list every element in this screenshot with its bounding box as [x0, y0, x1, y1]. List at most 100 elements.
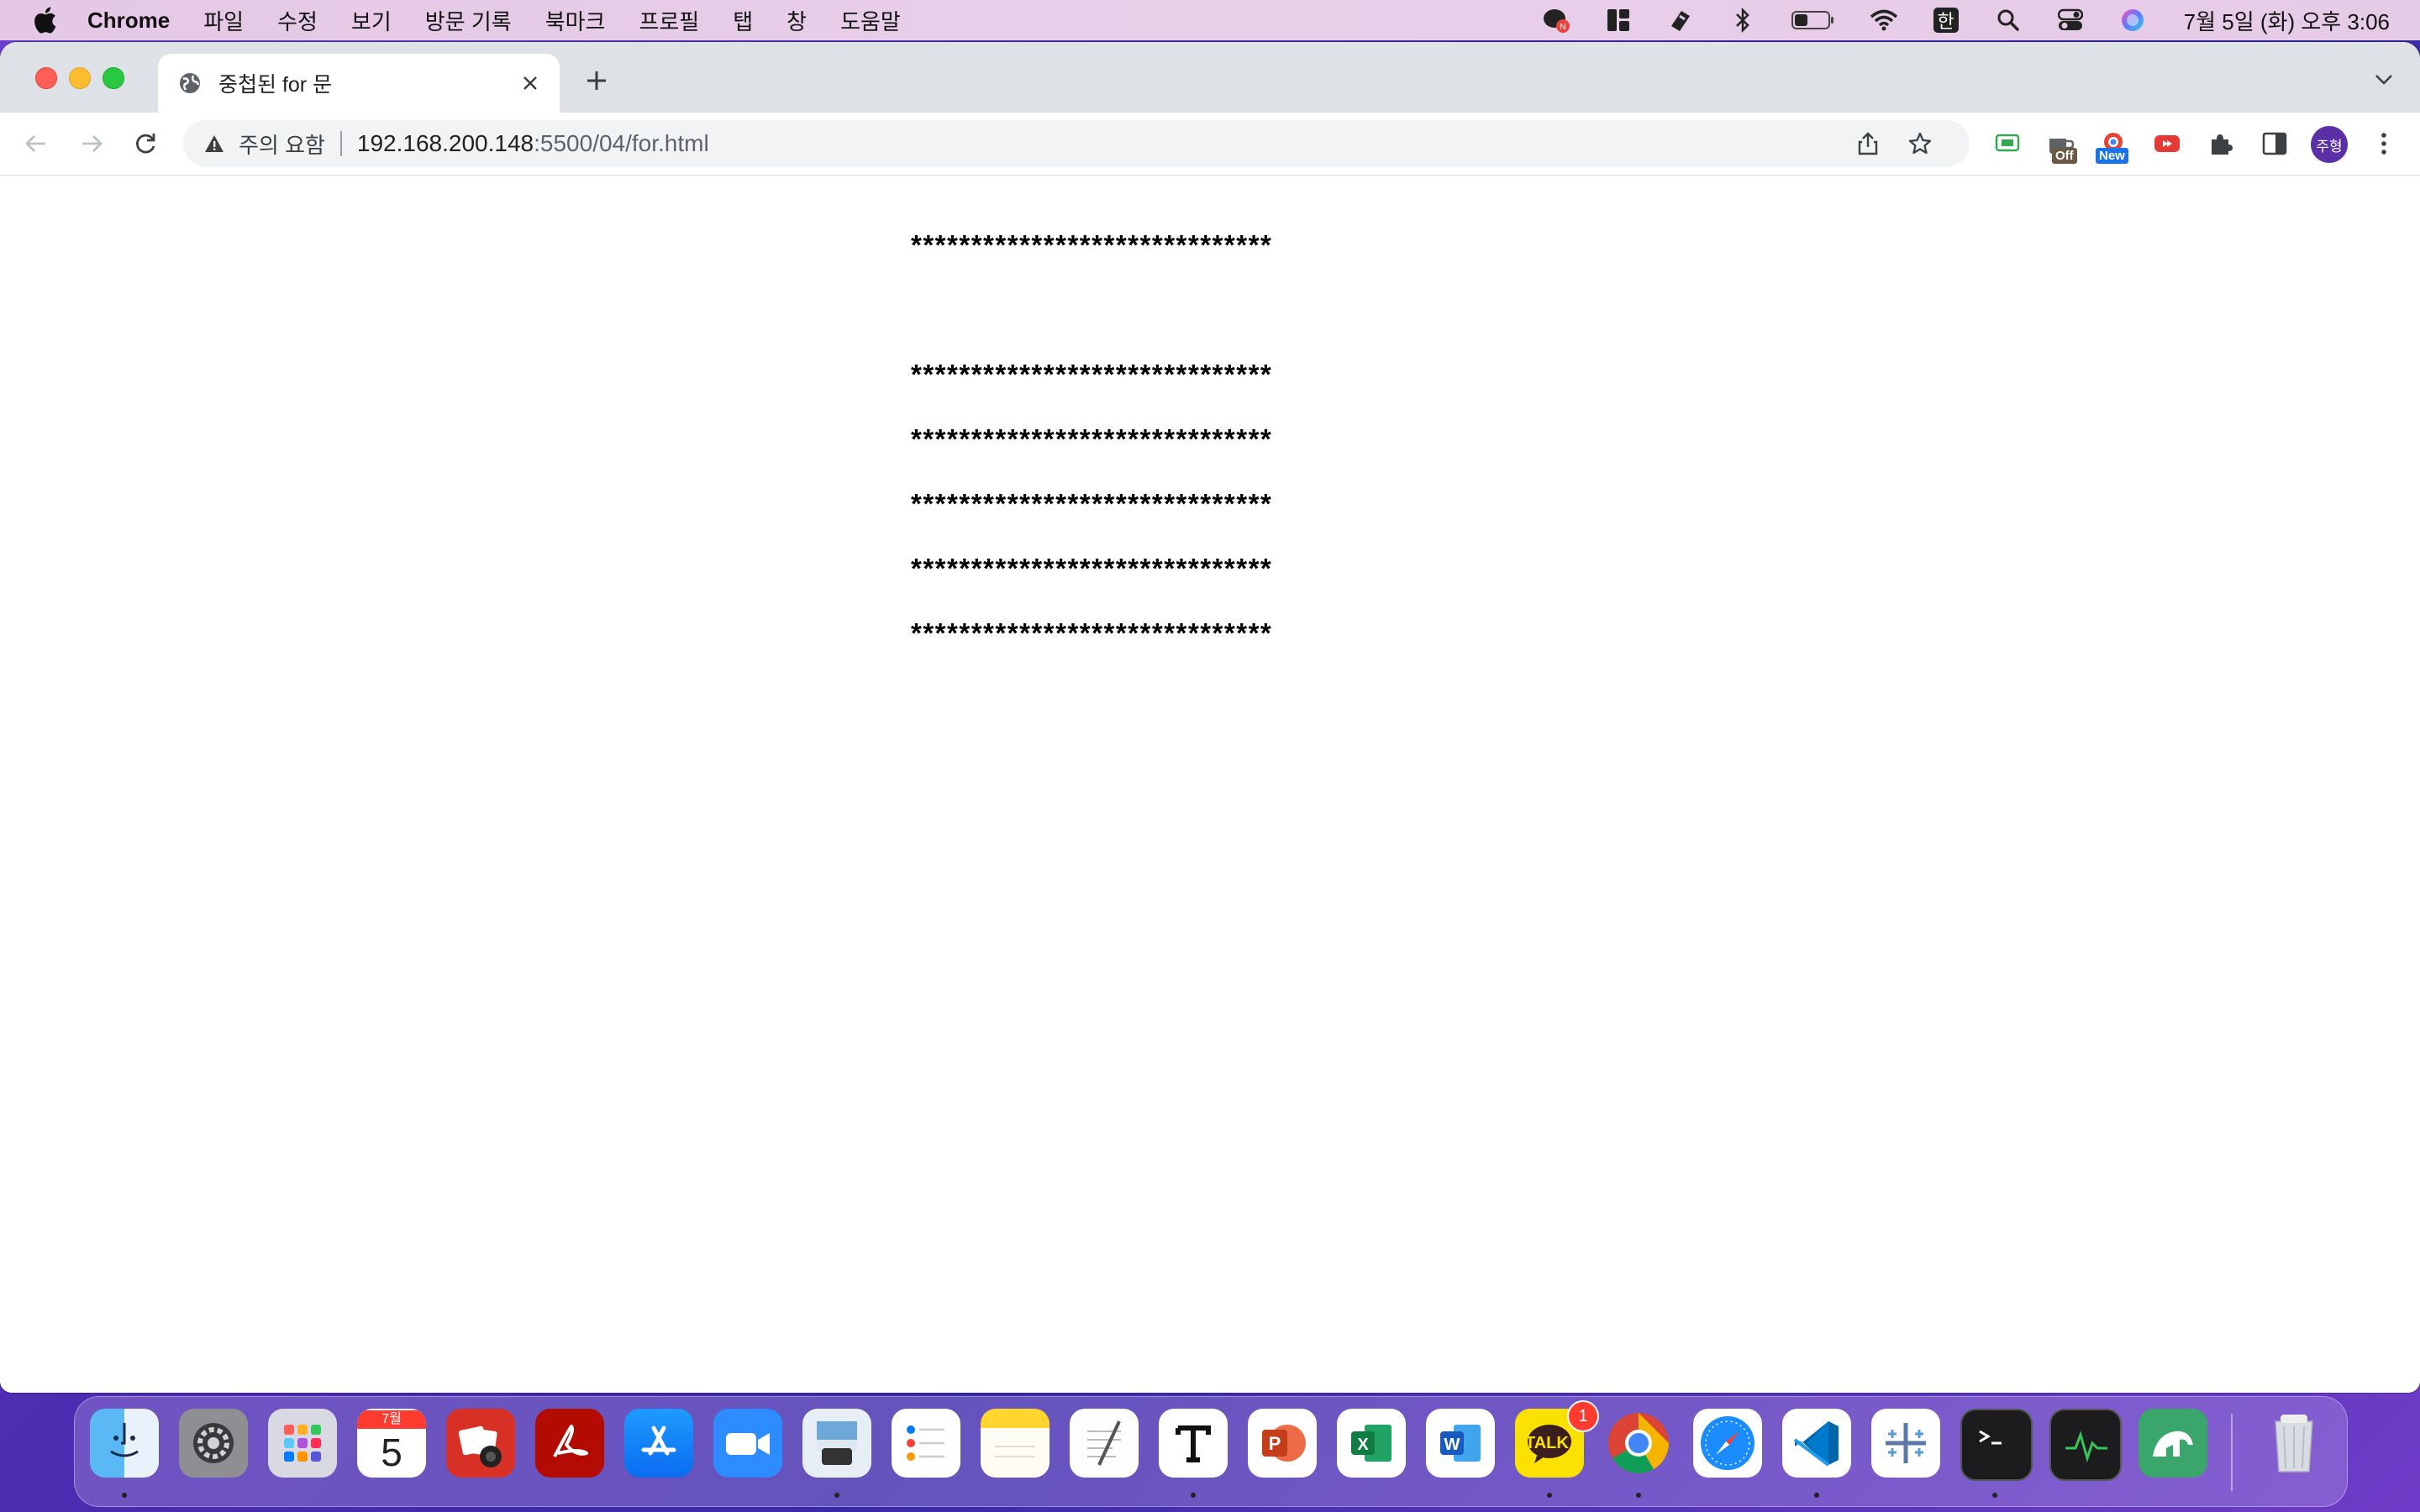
forward-arrow-icon[interactable] [76, 128, 108, 160]
photo-booth-icon[interactable] [446, 1409, 515, 1478]
zoom-icon[interactable] [713, 1409, 782, 1478]
extension-cast-icon[interactable] [1990, 126, 2025, 161]
close-tab-icon[interactable] [518, 71, 543, 96]
stock-app-icon[interactable] [2139, 1409, 2207, 1478]
system-preferences-icon[interactable] [179, 1409, 248, 1478]
tab-active[interactable]: 중첩된 for 문 [158, 54, 560, 113]
trash-icon[interactable] [2260, 1409, 2328, 1478]
star-line: ****************************** [911, 617, 1273, 648]
more-menu-icon[interactable] [2366, 126, 2402, 161]
reminders-icon[interactable] [892, 1409, 960, 1478]
kakao-talk-label: TALK [1525, 1434, 1569, 1452]
close-window-button[interactable] [35, 67, 57, 89]
profile-avatar[interactable]: 주형 [2311, 126, 2348, 163]
svg-text:N: N [1560, 23, 1565, 32]
kakao-notification-badge: 1 [1567, 1400, 1599, 1432]
wifi-icon[interactable] [1870, 6, 1898, 34]
tableau-icon[interactable] [1871, 1409, 1940, 1478]
address-bar[interactable]: 주의 요함 192.168.200.148 :5500/04/for.html [183, 120, 1970, 167]
side-panel-icon[interactable] [2257, 126, 2292, 161]
tab-title: 중첩된 for 문 [218, 73, 333, 97]
svg-text:W: W [1444, 1436, 1460, 1454]
naver-talk-icon[interactable]: N [1542, 6, 1570, 34]
word-icon[interactable]: W [1426, 1409, 1495, 1478]
layout-icon[interactable] [1604, 6, 1633, 34]
new-tab-icon[interactable] [581, 66, 612, 96]
input-source-icon[interactable]: 한 [1932, 6, 1960, 34]
menu-history[interactable]: 방문 기록 [425, 5, 512, 36]
menu-file[interactable]: 파일 [203, 5, 244, 36]
menu-profiles[interactable]: 프로필 [639, 5, 699, 36]
notes-icon[interactable] [981, 1409, 1050, 1478]
off-badge: Off [2052, 148, 2077, 164]
tab-strip: 중첩된 for 문 [0, 42, 2420, 113]
security-label[interactable]: 주의 요함 [239, 129, 325, 160]
battery-icon[interactable] [1791, 6, 1836, 34]
bluetooth-icon[interactable] [1728, 6, 1757, 34]
app-store-icon[interactable] [624, 1409, 693, 1478]
extension-youtube-icon[interactable] [2149, 126, 2185, 161]
terminal-icon[interactable] [1960, 1409, 2033, 1481]
vscode-icon[interactable] [1782, 1409, 1851, 1478]
menu-edit[interactable]: 수정 [277, 5, 318, 36]
input-source-label: 한 [1933, 8, 1959, 33]
menu-window[interactable]: 창 [786, 5, 807, 36]
safari-icon[interactable] [1693, 1409, 1762, 1478]
excel-icon[interactable]: X [1337, 1409, 1406, 1478]
activity-monitor-icon[interactable] [2049, 1409, 2122, 1481]
dock-separator [2231, 1414, 2233, 1491]
menu-tab[interactable]: 탭 [733, 5, 753, 36]
url-path: :5500/04/for.html [534, 130, 709, 156]
terminal-running-dot [1992, 1493, 1997, 1498]
pen-icon[interactable] [1666, 6, 1695, 34]
extensions-puzzle-icon[interactable] [2203, 126, 2238, 161]
menubar-clock[interactable]: 7월 5일 (화) 오후 3:06 [2184, 5, 2390, 36]
omnibox-divider [339, 131, 342, 156]
globe-icon [178, 71, 202, 95]
menu-bar: Chrome 파일 수정 보기 방문 기록 북마크 프로필 탭 창 도움말 N … [0, 0, 2420, 40]
browser-toolbar: 주의 요함 192.168.200.148 :5500/04/for.html … [0, 113, 2420, 176]
extension-camera-icon[interactable]: New [2096, 126, 2131, 164]
preview-icon[interactable] [802, 1409, 871, 1478]
tab-search-chevron-icon[interactable] [2371, 67, 2396, 92]
zoom-window-button[interactable] [103, 67, 124, 89]
minimize-window-button[interactable] [69, 67, 91, 89]
star-line: ****************************** [911, 553, 1273, 584]
extension-coffee-icon[interactable]: Off [2044, 126, 2079, 164]
menu-help[interactable]: 도움말 [840, 5, 901, 36]
typora-running-dot [1191, 1493, 1196, 1498]
menu-app-name[interactable]: Chrome [87, 8, 170, 34]
url-host: 192.168.200.148 [356, 130, 534, 156]
spotlight-icon[interactable] [1994, 6, 2023, 34]
control-center-icon[interactable] [2056, 6, 2085, 34]
svg-text:P: P [1269, 1433, 1281, 1454]
acrobat-icon[interactable] [535, 1409, 604, 1478]
preview-running-dot [834, 1493, 839, 1498]
finder-icon[interactable] [90, 1409, 159, 1478]
finder-running-dot [122, 1493, 127, 1498]
typora-icon[interactable] [1159, 1409, 1228, 1478]
chrome-icon[interactable] [1604, 1409, 1673, 1478]
calendar-day: 5 [381, 1431, 402, 1474]
page-content: ****************************** *********… [0, 176, 2420, 1393]
siri-icon[interactable] [2118, 6, 2147, 34]
textedit-icon[interactable] [1070, 1409, 1139, 1478]
launchpad-icon[interactable] [268, 1409, 337, 1478]
chrome-running-dot [1636, 1493, 1641, 1498]
bookmark-star-icon[interactable] [1906, 129, 1934, 158]
back-arrow-icon[interactable] [20, 128, 52, 160]
reload-icon[interactable] [129, 128, 161, 160]
star-line: ****************************** [911, 359, 1273, 390]
star-line: ****************************** [911, 229, 1273, 260]
share-icon[interactable] [1854, 129, 1882, 158]
svg-text:X: X [1357, 1436, 1369, 1454]
apple-menu-icon[interactable] [30, 6, 59, 34]
menu-view[interactable]: 보기 [351, 5, 392, 36]
menu-bookmarks[interactable]: 북마크 [545, 5, 606, 36]
calendar-icon[interactable]: 7월 5 [357, 1409, 426, 1478]
powerpoint-icon[interactable]: P [1248, 1409, 1317, 1478]
warning-icon[interactable] [202, 131, 227, 156]
browser-window: 중첩된 for 문 주의 요함 192.168.200.148:5500/04… [0, 42, 2420, 1393]
vscode-running-dot [1814, 1493, 1819, 1498]
new-badge: New [2096, 148, 2128, 164]
